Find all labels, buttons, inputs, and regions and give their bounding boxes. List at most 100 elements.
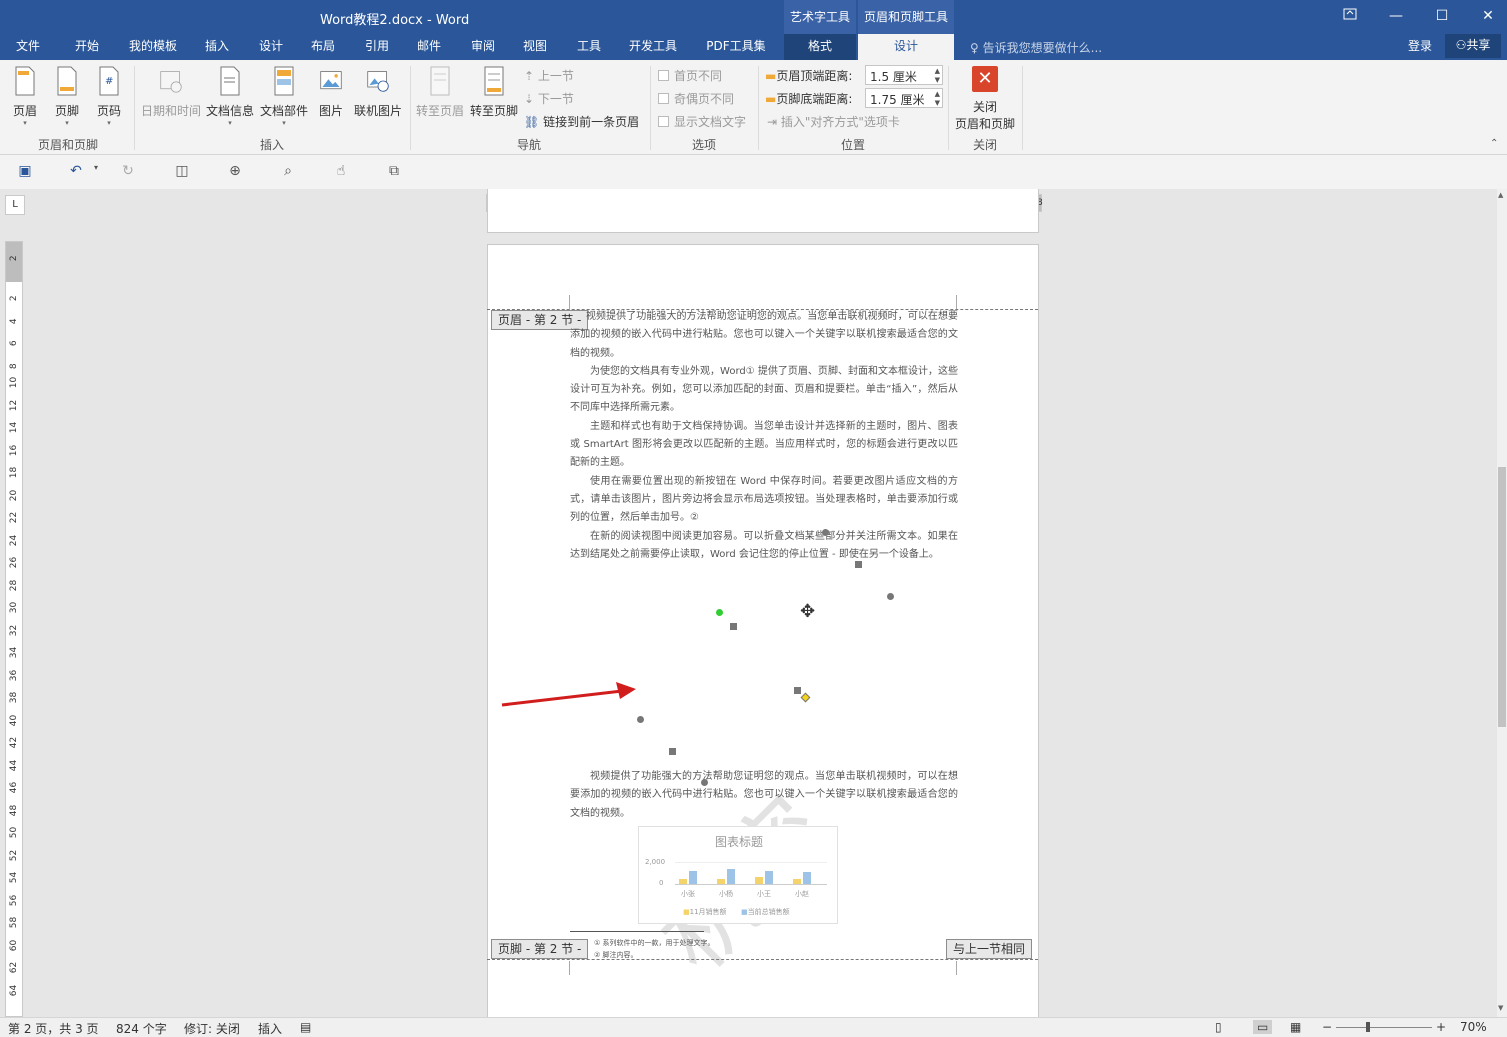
vertical-ruler[interactable]: 2 2 4 6 8 10 12 14 16 18 20 22 24 26 28 30 32 34 36 38 40 42 4…: [5, 241, 23, 1017]
body-text-2[interactable]: 视频提供了功能强大的方法帮助您证明您的观点。当您单击联机视频时，可以在想要添加的…: [570, 768, 958, 823]
zoom-level[interactable]: 70%: [1460, 1020, 1487, 1034]
insert-mode[interactable]: 插入: [258, 1020, 282, 1037]
date-time-button[interactable]: 日期和时间: [140, 66, 202, 119]
goto-header-button[interactable]: 转至页眉: [414, 66, 466, 119]
share-button[interactable]: ⚇共享: [1445, 34, 1501, 58]
link-icon: ⛓: [524, 115, 540, 129]
tab-hf-design[interactable]: 设计: [858, 34, 954, 60]
save-icon[interactable]: ▣: [15, 163, 35, 181]
print-preview-icon[interactable]: ⌕: [278, 163, 298, 181]
gridline: [675, 862, 827, 863]
resize-handle[interactable]: [887, 593, 894, 600]
spin-up-icon[interactable]: ▲: [935, 67, 940, 75]
minimize-button[interactable]: —: [1373, 0, 1419, 32]
link-to-previous-button[interactable]: ⛓ 链接到前一条页眉: [524, 113, 639, 130]
tab-format[interactable]: 格式: [784, 34, 856, 60]
zoom-slider[interactable]: [1336, 1027, 1432, 1028]
tell-me-box[interactable]: ♀ 告诉我您想要做什么...: [970, 39, 1102, 56]
vertical-scrollbar[interactable]: ▲ ▼: [1497, 189, 1507, 1017]
word-count[interactable]: 824 个字: [116, 1020, 167, 1037]
tab-layout[interactable]: 布局: [302, 34, 344, 60]
print-layout-icon[interactable]: ▭: [1253, 1020, 1273, 1034]
footer-distance-input[interactable]: 1.75 厘米 ▲ ▼: [865, 88, 943, 108]
page-number-icon: #: [99, 66, 119, 96]
link-to-previous-label: 链接到前一条页眉: [543, 115, 640, 129]
track-changes-status[interactable]: 修订: 关闭: [184, 1020, 240, 1037]
touch-mode-icon[interactable]: ☝: [331, 163, 351, 181]
zoom-slider-thumb[interactable]: [1366, 1022, 1370, 1032]
goto-footer-button[interactable]: 转至页脚: [468, 66, 520, 119]
page-count[interactable]: 第 2 页，共 3 页: [8, 1020, 99, 1037]
tab-my-templates[interactable]: 我的模板: [122, 34, 184, 60]
tab-view[interactable]: 视图: [514, 34, 556, 60]
ruler-tick-label: 34: [9, 646, 19, 659]
show-document-text-checkbox[interactable]: 显示文档文字: [658, 113, 746, 130]
spin-up-icon[interactable]: ▲: [935, 90, 940, 98]
insert-alignment-tab-label: 插入"对齐方式"选项卡: [780, 115, 900, 129]
ruler-tick-label: 50: [9, 826, 19, 839]
page-number-button[interactable]: # 页码 ▾: [92, 66, 126, 127]
ruler-margin-top: [6, 242, 22, 282]
tab-developer[interactable]: 开发工具: [622, 34, 684, 60]
web-link-icon[interactable]: ⊕: [225, 163, 245, 181]
resize-handle[interactable]: [730, 623, 737, 630]
zoom-in-icon[interactable]: +: [1436, 1020, 1446, 1034]
header-distance-input[interactable]: 1.5 厘米 ▲ ▼: [865, 65, 943, 85]
picture-button[interactable]: 图片: [312, 66, 350, 119]
tab-tools[interactable]: 工具: [568, 34, 610, 60]
tab-mailings[interactable]: 邮件: [408, 34, 450, 60]
category-label: 小王: [757, 890, 771, 898]
quick-parts-button[interactable]: 文档部件 ▾: [258, 66, 310, 127]
rotate-handle[interactable]: [716, 609, 723, 616]
web-layout-icon[interactable]: ▦: [1290, 1020, 1301, 1034]
spin-down-icon[interactable]: ▼: [935, 76, 940, 84]
resize-handle[interactable]: [637, 716, 644, 723]
close-window-button[interactable]: ✕: [1465, 0, 1507, 32]
tab-pdf-tools[interactable]: PDF工具集: [700, 34, 772, 60]
ribbon-display-icon[interactable]: [1327, 0, 1373, 32]
different-first-page-checkbox[interactable]: 首页不同: [658, 67, 722, 84]
zoom-out-icon[interactable]: −: [1322, 1020, 1332, 1034]
different-odd-even-checkbox[interactable]: 奇偶页不同: [658, 90, 734, 107]
previous-section-button[interactable]: ⇡ 上一节: [524, 67, 574, 84]
undo-dropdown-icon[interactable]: ▾: [86, 163, 106, 181]
two-page-view-icon[interactable]: ◫: [172, 163, 192, 181]
online-picture-button[interactable]: 联机图片: [352, 66, 404, 119]
svg-text:#: #: [105, 76, 113, 87]
insert-alignment-tab-button[interactable]: ⇥ 插入"对齐方式"选项卡: [767, 113, 900, 130]
doc-info-button[interactable]: 文档信息 ▾: [204, 66, 256, 127]
redo-icon[interactable]: ↻: [118, 163, 138, 181]
tab-references[interactable]: 引用: [356, 34, 398, 60]
maximize-button[interactable]: ☐: [1419, 0, 1465, 32]
resize-handle[interactable]: [822, 529, 829, 536]
scroll-up-icon[interactable]: ▲: [1498, 191, 1503, 199]
footer-button[interactable]: 页脚 ▾: [50, 66, 84, 127]
header-button[interactable]: 页眉 ▾: [8, 66, 42, 127]
close-header-footer-button[interactable]: ✕ 关闭 页眉和页脚: [952, 66, 1018, 132]
body-text[interactable]: 视频提供了功能强大的方法帮助您证明您的观点。当您单击联机视频时，可以在想要添加的…: [570, 308, 958, 564]
next-section-button[interactable]: ⇣ 下一节: [524, 90, 574, 107]
ruler-tick-label: 62: [9, 961, 19, 974]
close-x-icon: ✕: [972, 66, 998, 92]
spin-down-icon[interactable]: ▼: [935, 99, 940, 107]
read-mode-icon[interactable]: ▯: [1215, 1020, 1222, 1034]
resize-handle[interactable]: [794, 687, 801, 694]
ruler-tick-label: 18: [9, 466, 19, 479]
tab-home[interactable]: 开始: [64, 34, 110, 60]
collapse-ribbon-icon[interactable]: ⌃: [1490, 138, 1498, 149]
scroll-thumb[interactable]: [1498, 467, 1506, 727]
resize-handle[interactable]: [855, 561, 862, 568]
tab-insert[interactable]: 插入: [196, 34, 238, 60]
tab-stop-selector[interactable]: L: [5, 195, 25, 215]
undo-icon[interactable]: ↶: [66, 163, 86, 181]
embedded-chart[interactable]: 图表标题 2,000 0 小张 小杨 小王 小赵 ■11月销售额 ■当前总销售额: [638, 826, 838, 924]
scroll-down-icon[interactable]: ▼: [1498, 1004, 1503, 1012]
category-label: 小张: [681, 890, 695, 898]
tab-review[interactable]: 审阅: [462, 34, 504, 60]
login-link[interactable]: 登录: [1400, 34, 1440, 60]
customize-qat-icon[interactable]: ⧉: [384, 163, 404, 181]
tab-file[interactable]: 文件: [6, 34, 50, 60]
macro-record-icon[interactable]: ▤: [300, 1020, 311, 1034]
tab-design[interactable]: 设计: [250, 34, 292, 60]
resize-handle[interactable]: [669, 748, 676, 755]
